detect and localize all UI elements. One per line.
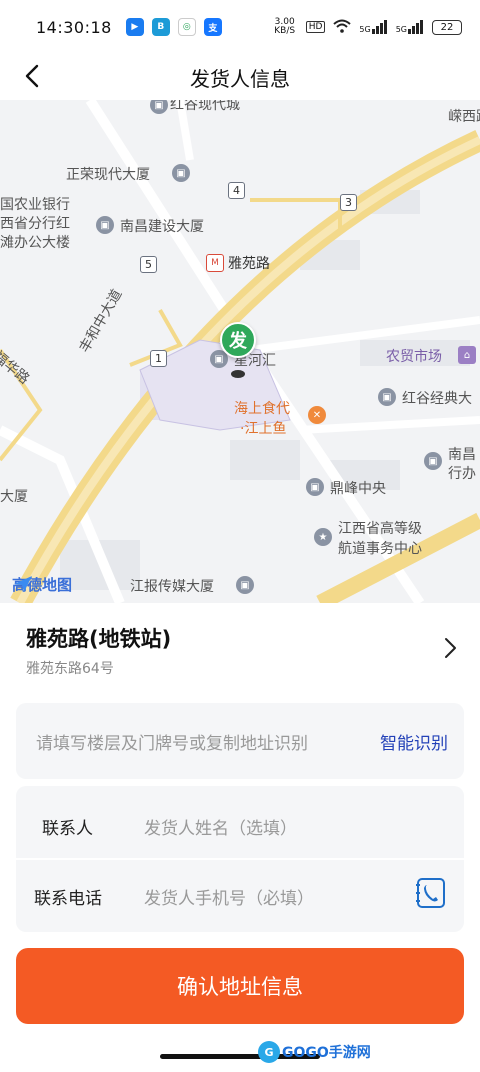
alipay-icon: 支 [203,18,222,36]
exit-badge-5: 5 [140,256,157,273]
confirm-address-button[interactable]: 确认地址信息 [16,948,464,1024]
status-bar: 14:30:18 ▶ B ◎ 支 3.00 KB/S HD 5G 5G 22 [0,0,480,54]
building-poi-icon: ▣ [96,216,114,234]
map-provider-logo: 高德地图 [12,574,72,595]
boss-app-icon: B [151,18,170,36]
star-poi-icon: ★ [314,528,332,546]
map-view[interactable]: 红谷现代城 ▣ 嵘西路 正荣现代大厦 ▣ 国农业银行 西省分行红 滩办公大楼 ▣… [0,100,480,603]
page-title: 发货人信息 [190,66,290,91]
map-label-jiangbao: 江报传媒大厦 [130,579,214,595]
map-label-dasha-left: 大厦 [0,489,28,505]
net-speed: 3.00 KB/S [274,17,296,36]
address-detail-input[interactable]: 请填写楼层及门牌号或复制地址识别 [36,729,308,754]
status-time: 14:30:18 [36,17,112,37]
contact-phone-input[interactable]: 发货人手机号（必填） [144,884,314,909]
map-label-nongmao: 农贸市场 [386,349,442,365]
building-poi-icon: ▣ [306,478,324,496]
map-label-nanchang-xing: 南昌 [448,447,476,463]
address-detail-card: 请填写楼层及门牌号或复制地址识别 智能识别 [16,703,464,779]
market-poi-icon: ⌂ [458,346,476,364]
map-label-haishang-1: 海上食代 [234,401,290,417]
map-label-haishang-2: ·江上鱼 [240,421,287,437]
selected-location[interactable]: 雅苑路(地铁站) 雅苑东路64号 [0,603,480,693]
contact-card: 联系人 发货人姓名（选填） 联系电话 发货人手机号（必填） [16,786,464,932]
map-label-nanchang-construction: 南昌建设大厦 [120,219,204,235]
map-label-hongu-modern-city: 红谷现代城 [170,100,240,113]
building-poi-icon: ▣ [236,576,254,594]
back-arrow-icon[interactable] [18,62,46,90]
watermark-text: GOGO手游网 [282,1045,371,1061]
watermark-logo-icon: G [258,1041,280,1063]
shipper-location-pin[interactable]: 发 [220,322,256,358]
status-app-icons: ▶ B ◎ 支 [125,18,222,36]
header: 发货人信息 [0,54,480,100]
building-poi-icon: ▣ [378,388,396,406]
map-label-zhengrong: 正荣现代大厦 [66,167,150,183]
exit-badge-4: 4 [228,182,245,199]
map-label-dingfeng: 鼎峰中央 [330,481,386,497]
building-poi-icon: ▣ [424,452,442,470]
signal-1-label: 5G [359,25,371,34]
wifi-icon [333,19,352,36]
chevron-right-icon[interactable] [440,635,460,661]
app-notification-icon: ▶ [125,18,144,36]
contact-phone-label: 联系电话 [34,889,102,909]
signal-1-icon: 5G [359,20,387,34]
status-indicators: 3.00 KB/S HD 5G 5G 22 [272,18,462,36]
restaurant-poi-icon: ✕ [308,406,326,424]
battery-icon: 22 [432,19,462,35]
building-poi-icon: ▣ [172,164,190,182]
exit-badge-1: 1 [150,350,167,367]
pin-base [231,370,245,378]
metro-icon: M [206,254,224,272]
exit-badge-3: 3 [340,194,357,211]
watermark: G GOGO手游网 [258,1038,371,1066]
map-label-top-right-road: 嵘西路 [448,109,480,125]
location-address: 雅苑东路64号 [26,661,114,677]
map-label-jiangxi-school-1: 江西省高等级 [338,521,422,537]
hd-badge: HD [305,21,326,33]
amap-arrow-icon [14,576,32,592]
map-label-jiangxi-school-2: 航道事务中心 [338,541,422,557]
signal-2-icon: 5G [396,20,424,34]
contact-name-input[interactable]: 发货人姓名（选填） [144,814,297,839]
location-name: 雅苑路(地铁站) [26,627,172,651]
map-label-agri-bank: 国农业银行 西省分行红 滩办公大楼 [0,197,70,251]
map-label-honggu-jingdian: 红谷经典大 [402,391,472,407]
phone-book-icon[interactable] [414,876,448,910]
signal-2-label: 5G [395,25,407,34]
map-label-nanchang-xing2: 行办 [448,466,476,482]
mobile-app-icon: ◎ [177,18,196,36]
contact-name-label: 联系人 [42,819,93,839]
map-label-yayuan-road: 雅苑路 [228,256,270,272]
smart-recognize-button[interactable]: 智能识别 [380,729,448,754]
contact-divider [16,858,464,860]
